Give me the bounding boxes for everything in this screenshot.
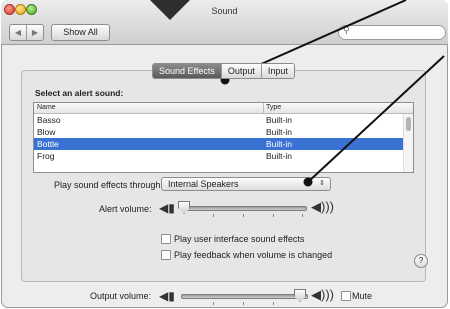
- slider-tick: [243, 214, 244, 217]
- sound-type: Built-in: [266, 139, 292, 149]
- list-row[interactable]: Basso Built-in: [34, 114, 413, 126]
- tab-input[interactable]: Input: [260, 64, 294, 78]
- title-bar: Sound ◀ ▶ Show All ⚲: [1, 0, 448, 45]
- sound-type: Built-in: [266, 151, 292, 161]
- list-row-selected[interactable]: Bottle Built-in: [34, 138, 413, 150]
- speaker-high-icon: ◀))): [311, 199, 334, 214]
- speaker-low-icon: ◀▮: [159, 201, 175, 215]
- list-header: Name Type: [34, 103, 413, 114]
- scrollbar-thumb[interactable]: [406, 117, 411, 131]
- list-row[interactable]: Blow Built-in: [34, 126, 413, 138]
- alert-volume-label: Alert volume:: [99, 204, 152, 214]
- sound-type: Built-in: [266, 127, 292, 137]
- search-field[interactable]: ⚲: [338, 25, 446, 40]
- back-forward-buttons: ◀ ▶: [9, 24, 44, 41]
- mute-checkbox[interactable]: [341, 291, 351, 301]
- speaker-low-icon: ◀▮: [159, 289, 175, 303]
- sound-name: Bottle: [37, 139, 59, 149]
- help-button[interactable]: ?: [414, 254, 428, 268]
- alert-volume-track[interactable]: [181, 206, 307, 211]
- volume-feedback-checkbox[interactable]: [161, 250, 171, 260]
- ui-sound-effects-label: Play user interface sound effects: [174, 234, 305, 244]
- column-header-name[interactable]: Name: [37, 103, 56, 113]
- slider-tick: [213, 214, 214, 217]
- mute-label: Mute: [352, 291, 373, 301]
- window-title: Sound: [211, 6, 238, 16]
- output-volume-label: Output volume:: [90, 291, 152, 301]
- tab-output[interactable]: Output: [220, 64, 261, 78]
- speaker-high-icon: ◀))): [311, 287, 334, 302]
- tab-sound-effects[interactable]: Sound Effects: [153, 64, 221, 78]
- volume-feedback-label: Play feedback when volume is changed: [174, 250, 333, 260]
- sound-name: Blow: [37, 127, 56, 137]
- sound-type: Built-in: [266, 115, 292, 125]
- sound-name: Basso: [37, 115, 61, 125]
- list-row[interactable]: Frog Built-in: [34, 150, 413, 162]
- list-scrollbar[interactable]: [403, 114, 413, 172]
- slider-tick: [302, 214, 303, 217]
- ui-sound-effects-checkbox[interactable]: [161, 234, 171, 244]
- column-divider: [263, 103, 264, 113]
- output-volume-track[interactable]: [181, 294, 308, 299]
- chevron-left-icon[interactable]: ◀: [10, 25, 26, 40]
- tab-bar: Sound Effects Output Input: [152, 63, 295, 79]
- annotation-pointer-triangle: [150, 0, 190, 20]
- play-through-label: Play sound effects through:: [54, 180, 163, 190]
- popup-arrows-icon: ⇕: [319, 180, 325, 187]
- sound-name: Frog: [37, 151, 55, 161]
- show-all-button[interactable]: Show All: [51, 24, 110, 41]
- search-icon: ⚲: [343, 25, 350, 35]
- alert-sound-list[interactable]: Name Type Basso Built-in Blow Built-in B…: [33, 102, 414, 173]
- output-device-popup[interactable]: Internal Speakers ⇕: [161, 177, 331, 191]
- output-device-value: Internal Speakers: [168, 179, 239, 189]
- alert-sound-heading: Select an alert sound:: [35, 88, 124, 98]
- slider-tick: [213, 302, 214, 305]
- slider-tick: [273, 302, 274, 305]
- slider-tick: [243, 302, 244, 305]
- chevron-right-icon[interactable]: ▶: [26, 25, 43, 40]
- column-header-type[interactable]: Type: [266, 103, 281, 113]
- slider-tick: [273, 214, 274, 217]
